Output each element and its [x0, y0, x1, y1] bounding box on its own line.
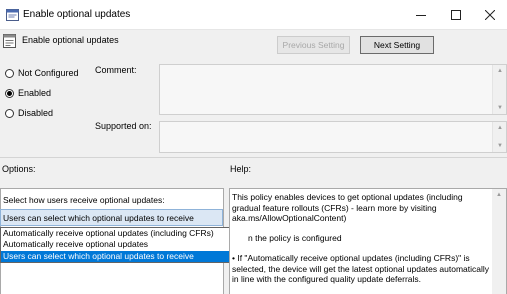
help-panel: This policy enables devices to get optio… — [229, 188, 507, 294]
section-divider — [0, 157, 507, 158]
radio-circle — [5, 88, 14, 98]
comment-label: Comment: — [95, 65, 137, 75]
help-paragraph: n the policy is configured — [248, 233, 342, 244]
radio-enabled[interactable]: Enabled — [5, 88, 51, 98]
radio-not-configured[interactable]: Not Configured — [5, 68, 79, 78]
previous-setting-button[interactable]: Previous Setting — [277, 36, 350, 54]
options-label: Options: — [2, 164, 36, 174]
close-icon — [485, 10, 495, 20]
comment-textbox[interactable]: ▲ ▼ — [159, 64, 507, 115]
help-paragraph: This policy enables devices to get optio… — [232, 192, 463, 224]
comment-scrollbar[interactable]: ▲ ▼ — [492, 65, 506, 114]
minimize-icon — [416, 15, 426, 16]
options-prompt: Select how users receive optional update… — [3, 195, 165, 205]
next-setting-button[interactable]: Next Setting — [360, 36, 434, 54]
supported-on-label: Supported on: — [95, 121, 152, 131]
dropdown-option[interactable]: Automatically receive optional updates (… — [1, 228, 245, 239]
maximize-button[interactable] — [439, 0, 473, 30]
scroll-up-icon[interactable]: ▲ — [492, 189, 506, 201]
scroll-up-icon[interactable]: ▲ — [493, 122, 507, 134]
scroll-up-icon[interactable]: ▲ — [493, 65, 507, 77]
dropdown-option-selected[interactable]: Users can select which optional updates … — [1, 250, 245, 262]
minimize-button[interactable] — [404, 0, 438, 30]
setting-icon — [3, 34, 16, 48]
radio-circle — [5, 108, 14, 118]
dropdown-list: Automatically receive optional updates (… — [0, 227, 246, 263]
radio-label: Enabled — [18, 88, 52, 98]
help-paragraph: • If "Automatically receive optional upd… — [232, 252, 490, 285]
radio-circle — [5, 68, 14, 78]
help-scrollbar[interactable]: ▲ — [492, 189, 506, 294]
setting-name: Enable optional updates — [22, 35, 119, 45]
close-button[interactable] — [473, 0, 507, 30]
dropdown-option[interactable]: Automatically receive optional updates — [1, 239, 245, 250]
radio-selected-dot — [7, 90, 12, 96]
supported-on-textbox: ▲ ▼ — [159, 121, 507, 153]
help-label: Help: — [230, 164, 252, 174]
policy-settings-icon — [6, 9, 19, 21]
radio-disabled[interactable]: Disabled — [5, 108, 53, 118]
optional-updates-dropdown[interactable]: Users can select which optional updates … — [0, 209, 223, 226]
radio-label: Disabled — [18, 108, 54, 118]
title-bar: Enable optional updates — [0, 0, 507, 30]
scroll-down-icon[interactable]: ▼ — [493, 102, 507, 114]
radio-label: Not Configured — [18, 68, 79, 78]
supported-on-scrollbar[interactable]: ▲ ▼ — [492, 122, 506, 152]
scroll-down-icon[interactable]: ▼ — [493, 140, 507, 152]
maximize-icon — [451, 10, 461, 20]
window-title: Enable optional updates — [23, 9, 131, 20]
